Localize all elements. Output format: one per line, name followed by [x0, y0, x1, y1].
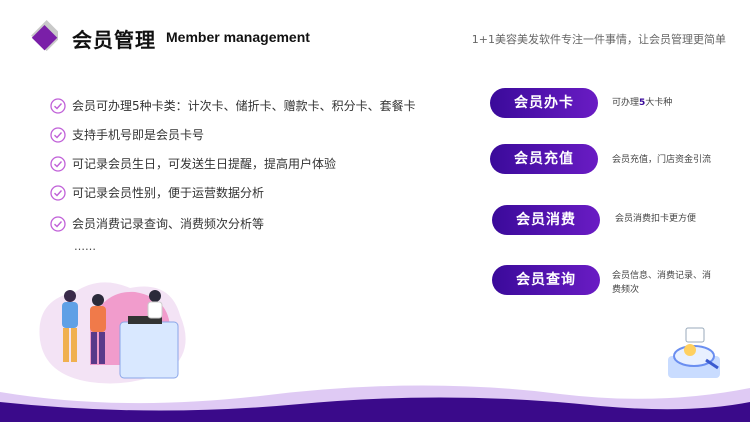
- ellipsis-text: ……: [74, 240, 96, 253]
- check-circle-icon: [50, 126, 66, 143]
- feature-item: 可记录会员生日，可发送生日提醒，提高用户体验: [50, 155, 336, 172]
- header-tagline: 1+1美容美发软件专注一件事情，让会员管理更简单: [471, 33, 726, 46]
- card-desc-consume: 会员消费扣卡更方便: [615, 214, 697, 224]
- check-circle-icon: [50, 184, 66, 201]
- feature-item: 可记录会员性别，便于运营数据分析: [50, 184, 264, 201]
- card-desc-open: 可办理5大卡种: [612, 98, 673, 108]
- check-circle-icon: [50, 97, 66, 114]
- bottom-wave-decoration: [0, 385, 750, 422]
- check-circle-icon: [50, 215, 66, 232]
- card-desc-recharge: 会员充值，门店资金引流: [612, 155, 712, 165]
- card-button-query[interactable]: 会员查询: [492, 265, 600, 295]
- page-subtitle-en: Member management: [166, 29, 310, 45]
- feature-item: 支持手机号即是会员卡号: [50, 126, 204, 143]
- feature-item: 会员消费记录查询、消费频次分析等: [50, 215, 264, 232]
- check-circle-icon: [50, 155, 66, 172]
- feature-item: 会员可办理5种卡类：计次卡、储折卡、赠款卡、积分卡、套餐卡: [50, 97, 416, 114]
- card-button-open[interactable]: 会员办卡: [490, 88, 598, 118]
- card-button-consume[interactable]: 会员消费: [492, 205, 600, 235]
- page-title: 会员管理: [72, 28, 156, 52]
- diamond-logo-icon: [31, 20, 58, 52]
- card-button-recharge[interactable]: 会员充值: [490, 144, 598, 174]
- card-desc-query: 会员信息、消费记录、消 费频次: [612, 271, 712, 295]
